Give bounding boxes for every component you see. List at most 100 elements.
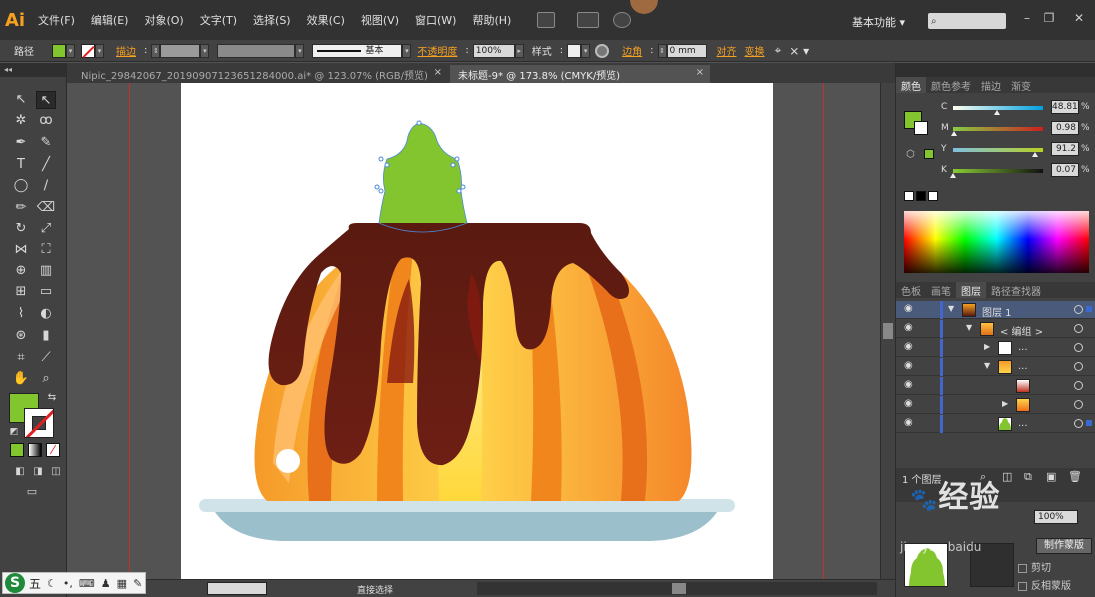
menu-edit[interactable]: 编辑(E) xyxy=(83,0,137,40)
selection-tool-icon[interactable]: ↖ xyxy=(11,91,31,109)
color-panel-stroke[interactable] xyxy=(914,121,928,135)
minimize-button[interactable]: – xyxy=(1018,10,1036,26)
slider-knob[interactable] xyxy=(950,131,957,136)
blend-tool-icon[interactable]: ◐ xyxy=(36,305,56,323)
stroke-link[interactable]: 描边 xyxy=(116,43,136,58)
eye-icon[interactable]: ◉ xyxy=(904,380,916,390)
eye-icon[interactable]: ◉ xyxy=(904,304,916,314)
chart-tool-icon[interactable]: ▥ xyxy=(36,262,56,280)
target-icon[interactable] xyxy=(1074,400,1083,409)
free-transform-icon[interactable]: ⛶ xyxy=(36,241,56,259)
color-mode-icon[interactable] xyxy=(10,443,24,457)
paintbrush-icon[interactable]: ∕ xyxy=(36,177,56,195)
tab-pathfinder[interactable]: 路径查找器 xyxy=(986,282,1046,298)
anchor-point[interactable] xyxy=(384,162,390,168)
black-swatch[interactable] xyxy=(916,191,926,201)
pudding-illustration[interactable] xyxy=(181,83,773,579)
menu-view[interactable]: 视图(V) xyxy=(353,0,407,40)
ellipse-tool-icon[interactable]: ◯ xyxy=(11,177,31,195)
new-layer-icon[interactable]: ▣ xyxy=(1046,470,1056,483)
corner-radius-field[interactable]: 0 mm xyxy=(666,43,707,58)
menu-file[interactable]: 文件(F) xyxy=(30,0,83,40)
current-tool-status[interactable]: 直接选择 xyxy=(357,583,393,596)
scale-tool-icon[interactable]: ⤢ xyxy=(36,220,56,238)
tab-color[interactable]: 颜色 xyxy=(896,77,926,93)
restore-button[interactable]: ❐ xyxy=(1040,10,1058,26)
stroke-weight-stepper[interactable]: ⇕ xyxy=(151,43,161,58)
canvas-area[interactable] xyxy=(67,83,880,579)
color-spectrum[interactable] xyxy=(904,211,1089,273)
brush-definition[interactable]: 基本 xyxy=(312,43,403,58)
close-button[interactable]: ✕ xyxy=(1070,10,1088,26)
screen-mode-icon[interactable]: ▭ xyxy=(22,483,42,501)
close-icon[interactable]: × xyxy=(696,67,704,78)
tab-untitled-9[interactable]: 未标题-9* @ 173.8% (CMYK/预览) × xyxy=(450,65,710,83)
anchor-point[interactable] xyxy=(460,184,466,190)
graphic-style-swatch[interactable] xyxy=(567,43,582,58)
white-swatch[interactable] xyxy=(928,191,938,201)
more-options-icon[interactable]: ⨯ ▾ xyxy=(789,44,809,58)
eyedropper-icon[interactable]: ⌇ xyxy=(11,305,31,323)
width-tool-icon[interactable]: ⋈ xyxy=(11,241,31,259)
anchor-point[interactable] xyxy=(454,156,460,162)
color-slider-m[interactable]: M 0.98% xyxy=(941,120,1091,138)
scroll-thumb[interactable] xyxy=(883,323,893,339)
recolor-icon[interactable] xyxy=(595,43,610,58)
pencil-icon[interactable]: ✏ xyxy=(11,199,31,217)
expand-arrow-icon[interactable]: ▼ xyxy=(948,304,954,313)
slider-value[interactable]: 48.81 xyxy=(1051,100,1079,114)
column-graph-icon[interactable]: ▮ xyxy=(36,327,56,345)
keyboard-icon[interactable]: ⌨ xyxy=(79,577,95,590)
slider-knob[interactable] xyxy=(950,173,956,178)
ime-toolbar[interactable]: S 五 ☾ •, ⌨ ♟ ▦ ✎ xyxy=(2,572,146,594)
skin-icon[interactable]: ▦ xyxy=(117,577,127,590)
draw-normal-icon[interactable]: ◧ xyxy=(10,463,30,481)
artboard[interactable] xyxy=(181,83,773,579)
anchor-point[interactable] xyxy=(374,184,380,190)
none-mode-icon[interactable]: ⁄ xyxy=(46,443,60,457)
align-link[interactable]: 对齐 xyxy=(717,43,737,58)
arrange-documents-icon[interactable] xyxy=(577,12,600,28)
slider-track[interactable] xyxy=(953,127,1043,131)
draw-behind-icon[interactable]: ◨ xyxy=(28,463,48,481)
shape-builder-icon[interactable]: ⊕ xyxy=(11,262,31,280)
search-input[interactable]: ⌕ xyxy=(928,13,1006,29)
zoom-tool-icon[interactable]: ⌕ xyxy=(36,370,56,388)
layer-row[interactable]: ◉ xyxy=(896,377,1095,395)
eye-icon[interactable]: ◉ xyxy=(904,323,916,333)
layer-row[interactable]: ◉ ▶... xyxy=(896,339,1095,357)
slider-value[interactable]: 0.07 xyxy=(1051,163,1079,177)
tab-color-guide[interactable]: 颜色参考 xyxy=(926,77,976,93)
eraser-icon[interactable]: ⌫ xyxy=(36,199,56,217)
menu-type[interactable]: 文字(T) xyxy=(192,0,245,40)
zoom-field[interactable] xyxy=(207,582,267,595)
color-slider-y[interactable]: Y 91.2% xyxy=(941,141,1091,159)
magic-wand-icon[interactable]: ✲ xyxy=(11,112,31,130)
eye-icon[interactable]: ◉ xyxy=(904,361,916,371)
menu-help[interactable]: 帮助(H) xyxy=(464,0,519,40)
horizontal-scrollbar[interactable] xyxy=(477,582,877,595)
stroke-weight-field[interactable] xyxy=(160,43,201,58)
fill-swatch[interactable] xyxy=(52,43,66,58)
selection-indicator[interactable] xyxy=(1086,420,1092,426)
layer-name[interactable]: ... xyxy=(1018,342,1028,353)
layer-name[interactable]: 图层 1 xyxy=(982,304,1012,319)
make-mask-button[interactable]: 制作蒙版 xyxy=(1036,538,1092,554)
layer-name[interactable]: ... xyxy=(1018,361,1028,372)
punctuation-icon[interactable]: •, xyxy=(63,577,73,590)
close-icon[interactable]: × xyxy=(434,67,442,78)
default-colors-icon[interactable]: ◩ xyxy=(4,423,24,441)
menu-effect[interactable]: 效果(C) xyxy=(299,0,353,40)
tools-panel-header[interactable]: ◂◂ xyxy=(0,63,66,77)
fill-dropdown[interactable]: ▾ xyxy=(66,43,75,58)
variable-width-profile[interactable] xyxy=(217,43,296,58)
target-icon[interactable] xyxy=(1074,419,1083,428)
gpu-performance-icon[interactable] xyxy=(613,12,632,28)
opacity-field[interactable]: 100% xyxy=(472,43,515,58)
draw-inside-icon[interactable]: ◫ xyxy=(46,463,66,481)
opacity-link[interactable]: 不透明度 xyxy=(417,43,457,58)
color-slider-k[interactable]: K 0.07% xyxy=(941,162,1091,180)
layer-row[interactable]: ◉ ▶ xyxy=(896,396,1095,414)
gradient-mode-icon[interactable] xyxy=(28,443,42,457)
anchor-point[interactable] xyxy=(450,162,456,168)
